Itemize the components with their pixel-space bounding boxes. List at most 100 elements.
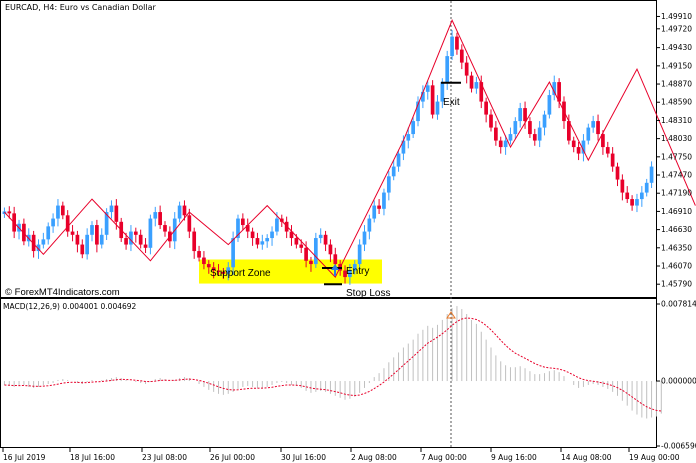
watermark-text: © ForexMT4Indicators.com xyxy=(5,287,120,298)
time-axis-label: 18 Jul 16:00 xyxy=(70,453,115,462)
candle-body xyxy=(474,82,479,89)
candle-body xyxy=(299,244,304,248)
candle-body xyxy=(275,218,279,232)
symbol-title: EURCAD, H4: Euro vs Canadian Dollar xyxy=(5,3,157,12)
candle-body xyxy=(605,147,610,154)
macd-label: MACD(12,26,9) 0.004001 0.004692 xyxy=(3,302,137,311)
candle-body xyxy=(523,108,527,122)
candle-body xyxy=(586,127,591,141)
candle-body xyxy=(479,82,484,102)
candle-body xyxy=(547,95,552,115)
price-axis-label: 1.49720 xyxy=(661,24,692,33)
candle-body xyxy=(430,85,435,115)
macd-axis: 0.007814 0.000000 -0.006590 xyxy=(656,300,696,451)
candle-body xyxy=(625,192,630,200)
candle-body xyxy=(610,153,615,167)
candle-body xyxy=(163,225,167,232)
time-axis-label: 14 Aug 08:00 xyxy=(561,453,612,462)
candle-body xyxy=(464,62,469,76)
price-axis-label: 1.47750 xyxy=(661,152,692,161)
candle-body xyxy=(241,218,245,226)
candle-body xyxy=(95,225,99,245)
candle-body xyxy=(255,238,260,245)
candle-body xyxy=(576,147,581,154)
candle-body xyxy=(250,231,255,239)
candle-body xyxy=(386,176,391,193)
candle-body xyxy=(265,238,270,242)
candle-body xyxy=(445,56,450,83)
time-axis: 16 Jul 2019 18 Jul 16:00 23 Jul 08:00 26 Ju… xyxy=(2,448,680,462)
trading-chart[interactable]: Support Zone Entry Stop Loss Exit EURCAD… xyxy=(0,0,696,463)
price-axis-label: 1.48870 xyxy=(661,80,692,89)
support-zone-label: Support Zone xyxy=(210,268,271,279)
candle-body xyxy=(591,121,596,128)
candle-body xyxy=(51,218,55,227)
candle-body xyxy=(70,231,75,235)
candle-body xyxy=(518,108,523,122)
candle-body xyxy=(187,215,192,232)
candle-body xyxy=(362,231,367,245)
candle-body xyxy=(484,101,488,115)
time-axis-label: 30 Jul 16:00 xyxy=(281,453,326,462)
candle-body xyxy=(202,257,206,265)
candle-body xyxy=(455,36,459,50)
candle-body xyxy=(357,244,362,265)
candle-body xyxy=(644,182,649,193)
candle-body xyxy=(372,205,377,219)
stop-loss-label: Stop Loss xyxy=(346,288,390,299)
candle-body xyxy=(513,121,518,135)
candle-body xyxy=(148,218,153,248)
candle-body xyxy=(323,234,328,245)
candle-body xyxy=(528,121,532,135)
price-axis-label: 1.47470 xyxy=(661,171,692,180)
time-axis-label: 7 Aug 00:00 xyxy=(421,453,467,462)
candle-body xyxy=(649,166,654,183)
candle-body xyxy=(75,234,80,245)
candle-body xyxy=(304,247,308,261)
candle-body xyxy=(620,179,625,193)
macd-axis-label: 0.007814 xyxy=(661,300,696,309)
candle-body xyxy=(138,234,143,245)
exit-label: Exit xyxy=(443,97,460,108)
price-axis-label: 1.46630 xyxy=(661,225,692,234)
candle-body xyxy=(435,101,440,115)
candle-body xyxy=(411,121,415,135)
candle-body xyxy=(459,49,464,63)
candle-body xyxy=(503,140,508,148)
zigzag-line xyxy=(4,19,696,278)
candle-body xyxy=(313,238,318,265)
candle-body xyxy=(571,140,576,148)
candle-body xyxy=(56,205,60,219)
candle-body xyxy=(294,238,299,245)
price-axis-label: 1.45790 xyxy=(661,280,692,289)
candle-body xyxy=(270,231,274,239)
candle-body xyxy=(85,234,89,255)
candle-body xyxy=(615,166,620,180)
candle-body xyxy=(382,192,386,209)
candle-body xyxy=(129,231,133,245)
candle-body xyxy=(182,205,187,216)
candle-body xyxy=(192,231,197,252)
candle-body xyxy=(333,254,338,265)
price-axis-label: 1.49910 xyxy=(661,12,692,21)
candle-body xyxy=(328,244,333,255)
candle-body xyxy=(90,225,94,235)
candle-body xyxy=(41,239,46,245)
candle-body xyxy=(46,226,51,240)
candle-body xyxy=(99,234,104,245)
price-axis-label: 1.48310 xyxy=(661,116,692,125)
time-axis-label: 2 Aug 08:00 xyxy=(351,453,397,462)
candle-body xyxy=(197,251,201,258)
candle-body xyxy=(391,166,396,177)
candle-body xyxy=(508,134,513,141)
candle-body xyxy=(153,212,158,219)
candle-body xyxy=(532,134,537,141)
time-axis-label: 9 Aug 16:00 xyxy=(491,453,537,462)
price-axis-label: 1.46350 xyxy=(661,243,692,252)
candle-body xyxy=(7,211,12,214)
macd-axis-label: -0.006590 xyxy=(661,442,696,451)
time-axis-label: 16 Jul 2019 xyxy=(3,453,46,462)
candle-body xyxy=(309,260,313,265)
candle-body xyxy=(177,205,182,219)
entry-label: Entry xyxy=(346,266,369,277)
